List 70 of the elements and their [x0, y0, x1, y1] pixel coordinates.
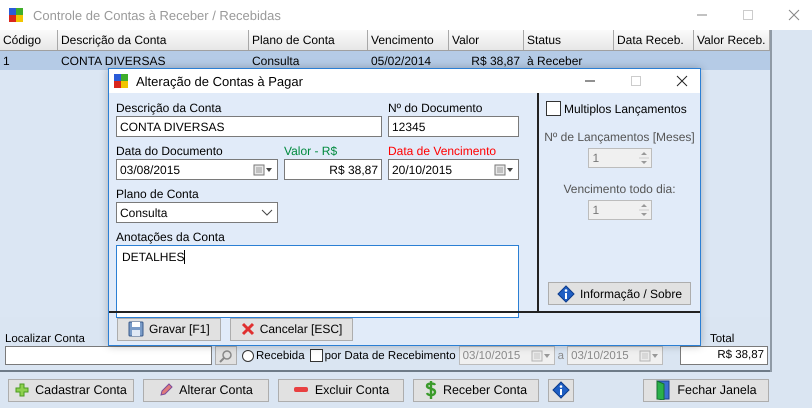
window-title: Controle de Contas à Receber / Recebidas — [33, 8, 281, 22]
table-row[interactable]: 1 CONTA DIVERSAS Consulta 05/02/2014 R$ 38,87 à Receber — [0, 51, 770, 70]
action-button[interactable]: Excluir Conta — [278, 378, 404, 402]
dialog-button[interactable]: Gravar [F1] — [117, 318, 221, 340]
field-label: Data de Vencimento — [388, 144, 496, 158]
radio-button[interactable] — [242, 350, 254, 362]
option-label: Recebida — [256, 350, 305, 362]
column-header[interactable]: Valor — [449, 30, 524, 50]
calendar-icon[interactable] — [494, 164, 514, 176]
floppy-icon — [128, 321, 144, 337]
column-header[interactable]: Plano de Conta — [249, 30, 368, 50]
date-field[interactable]: 03/08/2015 — [116, 159, 278, 180]
column-header[interactable]: Data Receb. — [614, 30, 694, 50]
field-label: Data do Documento — [116, 144, 223, 158]
table-cell: 05/02/2014 — [371, 54, 432, 68]
plus-icon — [15, 383, 30, 397]
column-header[interactable]: Valor Receb. — [694, 30, 770, 50]
minus-icon — [292, 386, 309, 394]
action-button[interactable]: Alterar Conta — [143, 378, 269, 402]
option-label: por Data de Recebimento — [324, 350, 456, 362]
field-label: Plano de Conta — [116, 187, 199, 201]
app-icon — [8, 7, 24, 23]
input-field[interactable]: CONTA DIVERSAS — [116, 116, 382, 137]
column-header[interactable]: Código — [0, 30, 58, 50]
column-header[interactable]: Descrição da Conta — [58, 30, 249, 50]
dollar-icon — [424, 380, 437, 400]
pencil-icon — [159, 383, 174, 397]
table-cell: 1 — [3, 54, 10, 68]
input-field[interactable]: 12345 — [388, 116, 519, 137]
dialog-title: Alteração de Contas à Pagar — [136, 74, 303, 88]
close-icon[interactable] — [676, 75, 688, 87]
field-label: Valor - R$ — [284, 144, 338, 158]
column-header[interactable]: Status — [524, 30, 614, 50]
info-button[interactable] — [548, 378, 574, 402]
action-button[interactable]: Fechar Janela — [643, 378, 769, 402]
range-separator: a — [558, 350, 564, 362]
cancel-icon — [240, 322, 255, 336]
text-area[interactable]: DETALHES — [116, 245, 519, 318]
calendar-icon[interactable] — [253, 164, 273, 176]
search-button[interactable] — [215, 346, 237, 365]
field-label: Localizar Conta — [5, 333, 85, 345]
spinner-label: Vencimento todo dia: — [563, 182, 676, 196]
dialog-button[interactable]: Cancelar [ESC] — [230, 318, 354, 340]
column-header[interactable]: Vencimento — [368, 30, 449, 50]
field-label: Descrição da Conta — [116, 101, 222, 115]
spinner-label: Nº de Lançamentos [Meses] — [544, 130, 695, 144]
checkbox[interactable] — [310, 349, 323, 362]
dropdown[interactable]: Consulta — [116, 202, 278, 223]
door-icon — [655, 380, 672, 400]
checkbox[interactable] — [546, 101, 561, 116]
table-cell: CONTA DIVERSAS — [61, 54, 166, 68]
checkbox-label: Multiplos Lançamentos — [564, 102, 687, 116]
info-button[interactable]: Informação / Sobre — [548, 282, 691, 305]
app-icon — [113, 73, 129, 89]
action-button[interactable]: Receber Conta — [413, 378, 539, 402]
total-field: R$ 38,87 — [680, 346, 768, 365]
input-field[interactable]: R$ 38,87 — [284, 159, 382, 180]
action-button[interactable]: Cadastrar Conta — [8, 378, 134, 402]
chevron-down-icon[interactable] — [261, 208, 273, 216]
field-label: Anotações da Conta — [116, 230, 225, 244]
search-icon — [219, 349, 233, 363]
date-field[interactable]: 20/10/2015 — [388, 159, 519, 180]
info-icon — [556, 284, 575, 302]
field-label: Total — [709, 333, 734, 345]
table-cell: Consulta — [252, 54, 300, 68]
info-icon — [552, 381, 570, 399]
field-label: Nº do Documento — [388, 101, 482, 115]
search-field[interactable] — [5, 346, 212, 365]
table-cell: R$ 38,87 — [471, 54, 520, 68]
table-cell: à Receber — [527, 54, 582, 68]
